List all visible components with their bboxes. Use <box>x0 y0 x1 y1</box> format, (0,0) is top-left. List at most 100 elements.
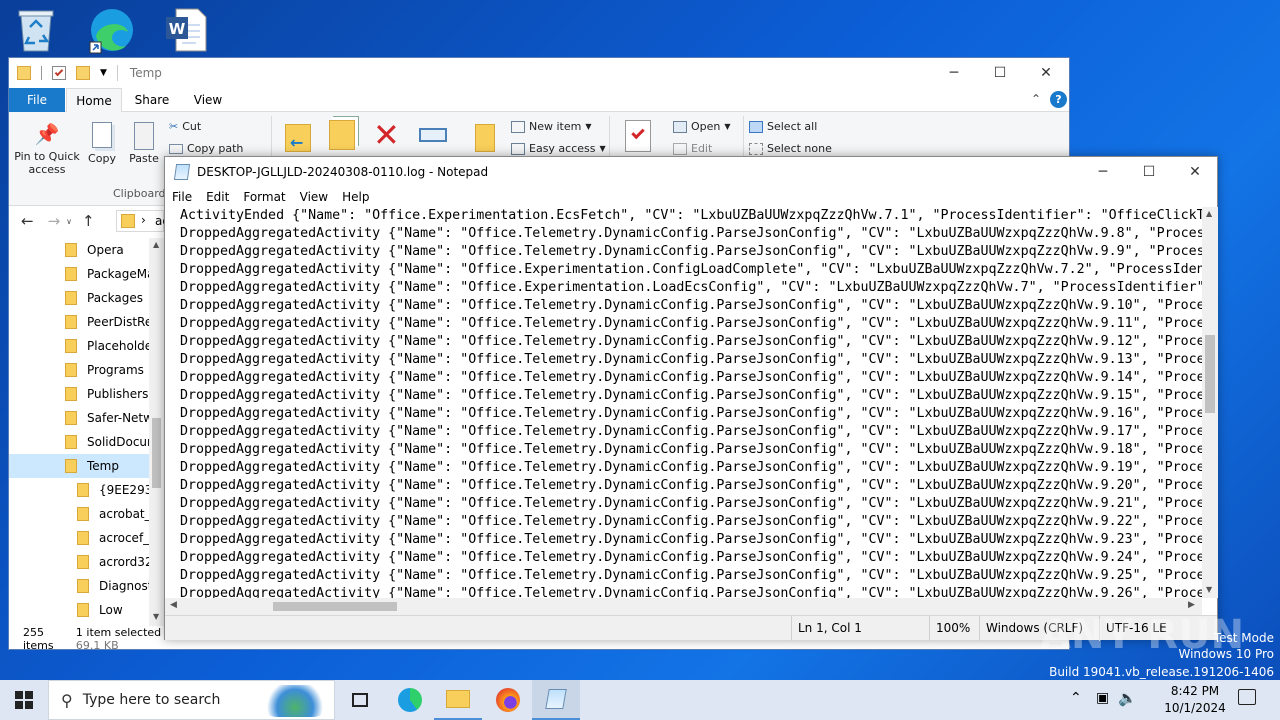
nav-item[interactable]: Placeholder <box>9 334 149 358</box>
forward-arrow-icon[interactable]: → <box>48 212 61 230</box>
network-icon[interactable]: ▣ <box>1096 690 1109 706</box>
start-button[interactable] <box>0 680 48 720</box>
clock[interactable]: 8:42 PM 10/1/2024 <box>1160 683 1230 717</box>
maximize-button[interactable]: ☐ <box>1126 157 1172 187</box>
explorer-status-bar: 255 items 1 item selected 69.1 KB <box>9 626 164 652</box>
tab-home[interactable]: Home <box>66 88 122 113</box>
explorer-titlebar[interactable]: ▼ Temp ─ ☐ ✕ <box>9 58 1069 88</box>
nav-item[interactable]: Opera <box>9 238 149 262</box>
select-none-icon <box>749 142 763 155</box>
properties-icon[interactable] <box>52 66 66 80</box>
address-bar[interactable]: › ac <box>116 210 169 232</box>
menu-file[interactable]: File <box>165 190 199 204</box>
nav-item[interactable]: Low <box>9 598 149 622</box>
nav-item-label: Low <box>99 603 123 617</box>
nav-item[interactable]: Safer-Netwo <box>9 406 149 430</box>
properties-large-icon[interactable] <box>625 120 651 152</box>
move-to-icon[interactable]: ← <box>285 124 311 152</box>
text-editor-area[interactable]: ActivityEnded {"Name": "Office.Experimen… <box>165 207 1202 598</box>
nav-item[interactable]: Programs <box>9 358 149 382</box>
help-icon[interactable]: ? <box>1050 91 1067 108</box>
up-arrow-icon[interactable]: ↑ <box>82 212 95 230</box>
menu-edit[interactable]: Edit <box>199 190 236 204</box>
new-folder-large-icon[interactable] <box>475 124 495 152</box>
navigation-scrollbar[interactable]: ▲ ▼ <box>149 238 164 626</box>
edge-taskbar-button[interactable] <box>386 680 434 720</box>
nav-item[interactable]: Diagnostic <box>9 574 149 598</box>
close-button[interactable]: ✕ <box>1023 58 1069 88</box>
cut-button[interactable]: ✂ Cut <box>169 120 201 133</box>
word-document-icon[interactable]: W <box>160 4 212 56</box>
collapse-ribbon-icon[interactable]: ⌃ <box>1031 92 1041 106</box>
notepad-window[interactable]: DESKTOP-JGLLJLD-20240308-0110.log - Note… <box>164 156 1218 641</box>
clipboard-icon <box>134 122 154 150</box>
breadcrumb-chevron-icon: › <box>141 213 146 227</box>
recent-dropdown-icon[interactable]: ∨ <box>66 217 72 226</box>
rename-icon[interactable] <box>419 128 447 142</box>
ribbon-tabs: File Home Share View ⌃ ? <box>9 88 1069 113</box>
minimize-button[interactable]: ─ <box>1080 157 1126 187</box>
taskbar: ⚲ Type here to search ⌃ ▣ 🔈 8:42 PM 10/1… <box>0 680 1280 720</box>
recycle-bin-icon[interactable] <box>10 4 62 56</box>
nav-item[interactable]: PeerDistRep <box>9 310 149 334</box>
menu-help[interactable]: Help <box>335 190 376 204</box>
nav-item[interactable]: acrobat_sb <box>9 502 149 526</box>
folder-icon <box>65 459 77 473</box>
back-arrow-icon[interactable]: ← <box>21 212 34 230</box>
firefox-taskbar-button[interactable] <box>484 680 532 720</box>
paste-button[interactable]: Paste <box>127 122 161 165</box>
file-explorer-taskbar-button[interactable] <box>434 680 482 720</box>
nav-item[interactable]: Temp <box>9 454 149 478</box>
log-line: DroppedAggregatedActivity {"Name": "Offi… <box>180 370 1202 385</box>
copy-path-button[interactable]: Copy path <box>169 142 243 155</box>
menu-format[interactable]: Format <box>236 190 292 204</box>
log-line: DroppedAggregatedActivity {"Name": "Offi… <box>180 280 1202 295</box>
easy-access-button[interactable]: Easy access ▼ <box>511 142 606 155</box>
notifications-icon[interactable] <box>1238 689 1256 705</box>
nav-item[interactable]: acrord32_s <box>9 550 149 574</box>
svg-text:W: W <box>169 20 186 38</box>
select-none-button[interactable]: Select none <box>749 142 832 155</box>
quick-access-dropdown-icon[interactable]: ▼ <box>100 68 107 78</box>
nav-item[interactable]: PackageMa <box>9 262 149 286</box>
nav-item-label: Programs <box>87 363 144 377</box>
nav-item[interactable]: acrocef_lo <box>9 526 149 550</box>
copy-button[interactable]: Copy <box>87 122 117 165</box>
nav-item[interactable]: {9EE293E3- <box>9 478 149 502</box>
volume-icon[interactable]: 🔈 <box>1118 689 1137 707</box>
vertical-scrollbar[interactable]: ▲ ▼ <box>1202 207 1218 598</box>
edit-button[interactable]: Edit <box>673 142 712 155</box>
nav-item-label: Opera <box>87 243 124 257</box>
open-icon <box>673 120 687 133</box>
pin-quick-access-button[interactable]: 📌 Pin to Quick access <box>13 122 81 176</box>
firefox-icon <box>496 688 520 712</box>
nav-item[interactable]: Packages <box>9 286 149 310</box>
task-view-button[interactable] <box>336 680 384 720</box>
maximize-button[interactable]: ☐ <box>977 58 1023 88</box>
notepad-taskbar-button[interactable] <box>532 680 580 720</box>
edge-icon[interactable] <box>86 4 138 56</box>
new-item-button[interactable]: New item ▼ <box>511 120 592 133</box>
tab-file[interactable]: File <box>9 88 65 112</box>
show-hidden-icons-button[interactable]: ⌃ <box>1070 690 1082 706</box>
search-placeholder: Type here to search <box>82 692 221 708</box>
edit-icon <box>673 142 687 155</box>
search-highlight-icon <box>262 685 328 717</box>
tab-share[interactable]: Share <box>125 88 179 112</box>
log-line: DroppedAggregatedActivity {"Name": "Offi… <box>180 496 1202 511</box>
menu-view[interactable]: View <box>293 190 335 204</box>
delete-icon[interactable]: ✕ <box>373 118 400 152</box>
minimize-button[interactable]: ─ <box>931 58 977 88</box>
notepad-titlebar[interactable]: DESKTOP-JGLLJLD-20240308-0110.log - Note… <box>165 157 1217 187</box>
search-box[interactable]: ⚲ Type here to search <box>48 680 335 720</box>
nav-item-label: Safer-Netwo <box>87 411 149 425</box>
open-button[interactable]: Open ▼ <box>673 120 731 133</box>
tab-view[interactable]: View <box>181 88 235 112</box>
copy-to-icon[interactable] <box>329 120 355 150</box>
explorer-title: Temp <box>129 66 162 80</box>
nav-item[interactable]: SolidDocum <box>9 430 149 454</box>
close-button[interactable]: ✕ <box>1172 157 1218 187</box>
nav-item[interactable]: Publishers <box>9 382 149 406</box>
select-all-button[interactable]: Select all <box>749 120 817 133</box>
new-folder-icon[interactable] <box>76 66 90 80</box>
